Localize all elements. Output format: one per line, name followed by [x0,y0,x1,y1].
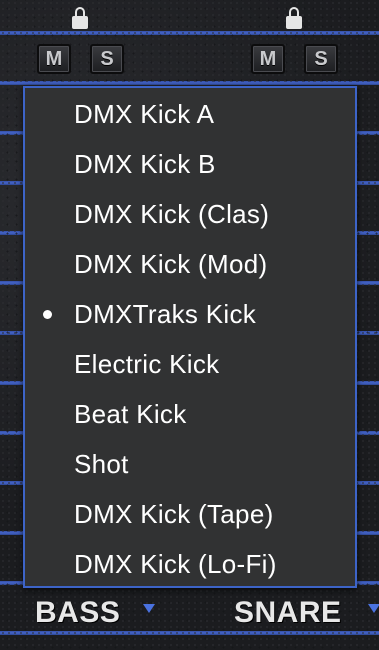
menu-item[interactable]: DMX Kick (Mod) [25,239,355,289]
menu-item[interactable]: Shot [25,439,355,489]
menu-item-label: DMX Kick (Mod) [74,248,268,279]
menu-item-label: DMXTraks Kick [74,298,257,329]
lock-body [286,16,302,29]
menu-item-label: DMX Kick A [74,98,215,129]
solo-button-right[interactable]: S [304,44,338,74]
menu-item-label: Beat Kick [74,398,187,429]
menu-item[interactable]: DMX Kick (Tape) [25,489,355,539]
menu-item-label: Shot [74,448,129,479]
mute-button-left[interactable]: M [37,44,71,74]
sound-select-menu: DMX Kick A DMX Kick B DMX Kick (Clas) DM… [23,86,357,588]
lock-body [72,16,88,29]
snare-label[interactable]: SNARE [234,596,342,630]
menu-item-label: DMX Kick B [74,148,216,179]
selected-bullet-icon [43,309,52,319]
menu-item[interactable]: Beat Kick [25,389,355,439]
lock-icon[interactable] [286,7,302,31]
menu-item[interactable]: DMX Kick B [25,139,355,189]
menu-item[interactable]: Electric Kick [25,339,355,389]
menu-item[interactable]: DMX Kick A [25,89,355,139]
lock-icon[interactable] [72,7,88,31]
menu-item-selected[interactable]: DMXTraks Kick [25,289,355,339]
mute-button-right[interactable]: M [251,44,285,74]
menu-item-label: DMX Kick (Lo-Fi) [74,548,277,579]
bass-dropdown-caret-icon[interactable] [143,604,155,613]
menu-item-label: Electric Kick [74,348,220,379]
solo-button-left[interactable]: S [90,44,124,74]
menu-item-label: DMX Kick (Clas) [74,198,270,229]
menu-item[interactable]: DMX Kick (Clas) [25,189,355,239]
menu-item[interactable]: DMX Kick (Lo-Fi) [25,539,355,589]
bass-label[interactable]: BASS [35,596,120,630]
snare-dropdown-caret-icon[interactable] [368,604,379,613]
menu-item-label: DMX Kick (Tape) [74,498,274,529]
